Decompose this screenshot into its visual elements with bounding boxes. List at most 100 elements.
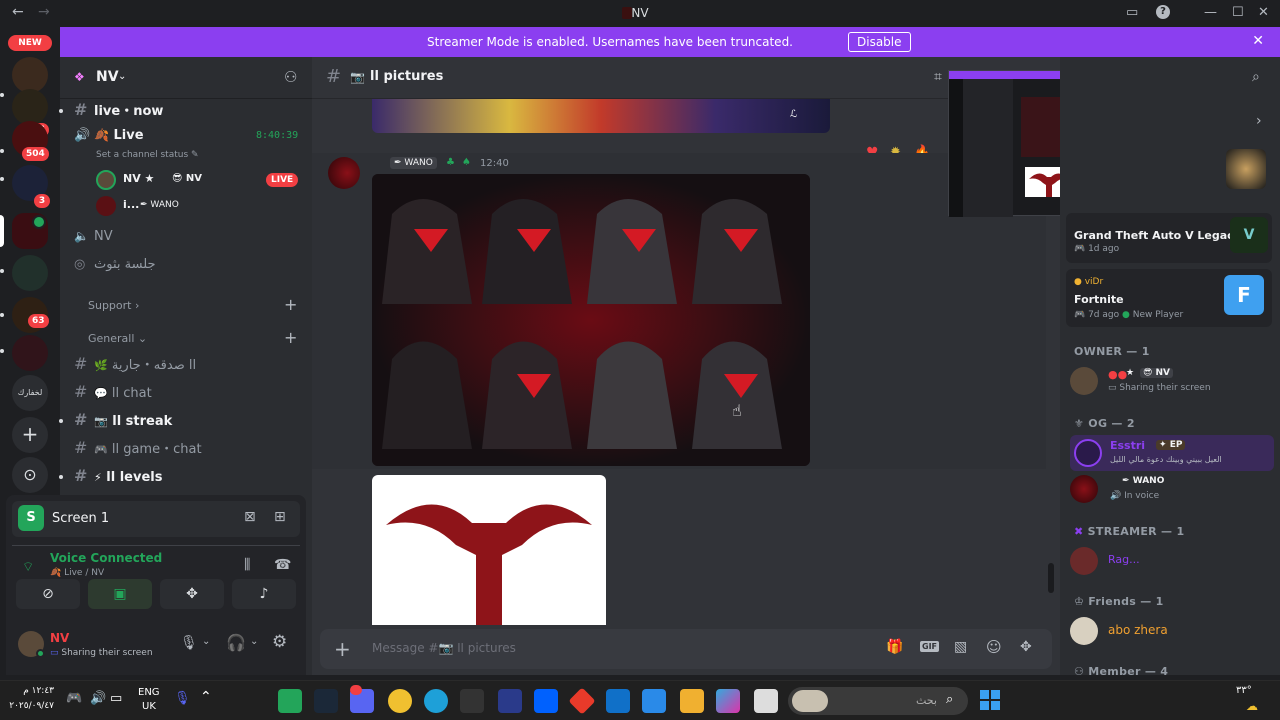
avatar (1070, 617, 1098, 645)
store-icon[interactable] (642, 689, 666, 713)
lang-indicator[interactable]: ENG (138, 687, 160, 698)
add-attachment-icon[interactable]: + (334, 637, 351, 661)
clock-date[interactable]: ٢٠٢٥/٠٩/٤٧ (8, 701, 54, 711)
settings-gear-icon[interactable]: ⚙ (272, 632, 287, 652)
headphones-icon[interactable]: 🎧 (226, 633, 246, 652)
activity-card-gta[interactable]: Grand Theft Auto V Legacy 🎮 1d ago V (1066, 213, 1272, 263)
mail-icon[interactable] (606, 689, 630, 713)
member-owner[interactable]: ●● ★ 😎 NV ▭ Sharing their screen (1070, 363, 1274, 399)
mic-icon[interactable]: 🎙 (174, 691, 191, 706)
channel-game-chat[interactable]: # 🎮 اا game・chat (74, 438, 202, 460)
taskbar-search[interactable]: بحث ⌕ (788, 687, 968, 715)
inbox-icon[interactable]: ▭ (1126, 5, 1138, 20)
discover-icon[interactable]: ⊙ (12, 457, 48, 493)
disable-button[interactable]: Disable (848, 32, 911, 52)
screenshare-card[interactable]: S Screen 1 ⊠ ⊞ (12, 501, 300, 537)
server-text-icon[interactable]: لخفارك (12, 375, 48, 411)
add-channel-icon[interactable]: + (284, 328, 297, 347)
sticker-icon[interactable]: ▧ (954, 639, 967, 655)
gift-icon[interactable]: 🎁 (886, 639, 903, 655)
dropbox-icon[interactable] (534, 689, 558, 713)
author-avatar[interactable] (328, 157, 360, 189)
stage-channel[interactable]: ◎ جلسة بثوث (74, 257, 156, 279)
apps-icon[interactable]: ✥ (1020, 639, 1032, 655)
search-icon[interactable]: ⌕ (1252, 69, 1260, 85)
app-icon-green[interactable] (278, 689, 302, 713)
microphone-icon[interactable]: 🎙 (180, 635, 198, 651)
soundboard-button[interactable]: ♪ (232, 579, 296, 609)
channel-sadaqa[interactable]: # 🌿 اا صدقه・جارية (74, 354, 196, 376)
member-streamer[interactable]: Rag... (1070, 543, 1274, 579)
copilot-icon[interactable] (716, 689, 740, 713)
voice-connected-label[interactable]: Voice Connected (50, 551, 162, 565)
add-server-icon[interactable]: + (12, 417, 48, 453)
controller-icon[interactable]: 🎮 (66, 691, 82, 706)
server-header[interactable]: ❖ NV ⌄ ⚇ (60, 57, 312, 99)
author-tag[interactable]: ✒ WANO (390, 157, 437, 169)
windows-start-icon[interactable] (980, 690, 1000, 710)
clock-time[interactable]: ١٢:٤٣ م (8, 686, 54, 696)
channel-live-now[interactable]: # live・now (74, 100, 163, 122)
voice-user-wano[interactable]: i... ✒ WANO (96, 195, 302, 217)
chrome-icon[interactable] (388, 689, 412, 713)
member-og2[interactable]: ✒ WANO 🔊 In voice (1070, 471, 1274, 507)
task-view-icon[interactable] (754, 689, 778, 713)
channel-streak[interactable]: # 📷 اا streak (74, 410, 172, 432)
user-name[interactable]: NV (50, 631, 69, 645)
voice-channel-nv[interactable]: 🔈 NV (74, 229, 113, 251)
weather-temp[interactable]: ٣٣° (1236, 685, 1252, 696)
hoodies-image-attachment[interactable] (372, 174, 810, 466)
chevron-down-icon[interactable]: ⌄ (250, 636, 258, 647)
voice-user-nv[interactable]: NV ★ 😎 NV LIVE (96, 169, 302, 191)
stream-settings-icon[interactable]: ⊞ (274, 509, 286, 525)
edge-icon[interactable] (424, 689, 448, 713)
camera-off-button[interactable]: ⊘ (16, 579, 80, 609)
region-indicator[interactable]: UK (142, 701, 156, 712)
category-support[interactable]: Support › (88, 299, 139, 312)
close-window-icon[interactable]: ✕ (1258, 5, 1269, 20)
server-icon-1[interactable] (12, 57, 48, 93)
server-icon-2[interactable] (12, 89, 48, 125)
previous-image-attachment[interactable]: ℒ (372, 99, 830, 133)
add-friend-icon[interactable]: ⚇ (284, 68, 297, 86)
activity-card-fortnite[interactable]: ● viDr Fortnite 🎮 7d ago ● New Player F (1066, 269, 1272, 327)
volume-icon[interactable]: 🔊 (90, 691, 106, 706)
disconnect-icon[interactable]: ☎ (274, 557, 291, 573)
stop-stream-icon[interactable]: ⊠ (244, 509, 256, 525)
epic-games-icon[interactable] (460, 689, 484, 713)
scrollbar-thumb[interactable] (1048, 563, 1054, 593)
chevron-up-icon[interactable]: ⌃ (200, 689, 212, 705)
channel-status-hint[interactable]: Set a channel status ✎ (96, 150, 199, 160)
voice-channel-label[interactable]: 🍂 Live / NV (50, 568, 104, 578)
threads-icon[interactable]: ⌗ (934, 69, 942, 85)
screenshare-button[interactable]: ▣ (88, 579, 152, 609)
chevron-right-icon[interactable]: › (1256, 113, 1262, 129)
steam-icon[interactable] (314, 689, 338, 713)
gif-icon[interactable]: GIF (920, 641, 940, 652)
app-icon-blue[interactable] (498, 689, 522, 713)
server-icon-5[interactable] (12, 255, 48, 291)
minimize-icon[interactable]: — (1204, 5, 1217, 20)
category-general[interactable]: Generall ⌄ (88, 332, 147, 345)
chevron-down-icon[interactable]: ⌄ (202, 636, 210, 647)
message-input[interactable]: Message #📷 اا pictures (372, 641, 516, 655)
activities-button[interactable]: ✥ (160, 579, 224, 609)
add-channel-icon[interactable]: + (284, 295, 297, 314)
app-icon-red[interactable] (568, 687, 596, 715)
member-friend[interactable]: abo zhera (1070, 613, 1274, 649)
network-icon[interactable]: ▭ (110, 691, 122, 706)
voice-channel-live[interactable]: 🔊 🍂 Live 8:40:39 (74, 128, 314, 150)
server-icon-7[interactable] (12, 335, 48, 371)
help-icon[interactable]: ? (1156, 5, 1170, 19)
close-banner-icon[interactable]: ✕ (1252, 33, 1264, 49)
logo-image-attachment[interactable] (372, 475, 606, 625)
weather-icon[interactable]: ☁ (1246, 699, 1258, 713)
member-og1[interactable]: Esstri ✦ EP العيل ببيني وبينك دعوة مالي … (1070, 435, 1274, 471)
maximize-icon[interactable]: ☐ (1232, 5, 1244, 20)
new-badge[interactable]: NEW (8, 35, 52, 51)
channel-levels[interactable]: # ⚡ اا levels (74, 466, 162, 488)
file-explorer-icon[interactable] (680, 689, 704, 713)
channel-chat[interactable]: # 💬 اا chat (74, 382, 152, 404)
emoji-icon[interactable]: ☺ (986, 638, 1002, 656)
noise-suppression-icon[interactable]: ⫼ (244, 557, 250, 573)
